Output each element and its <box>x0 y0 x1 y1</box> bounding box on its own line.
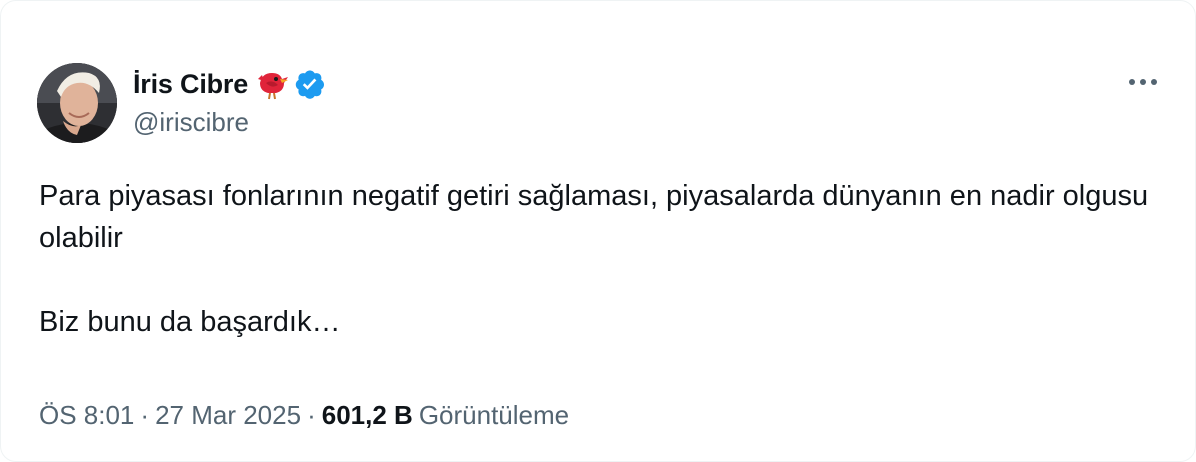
avatar[interactable] <box>37 63 117 143</box>
author-display-name[interactable]: İris Cibre <box>133 69 248 100</box>
tweet-meta: ÖS 8:01 · 27 Mar 2025 · 601,2 B Görüntül… <box>39 395 569 435</box>
tweet-header: İris Cibre @iriscibre <box>37 63 1167 145</box>
author-name-row: İris Cibre <box>133 65 326 103</box>
author-handle[interactable]: @iriscibre <box>133 105 326 139</box>
meta-separator: · <box>307 399 316 430</box>
views-label: Görüntüleme <box>418 399 570 430</box>
red-bird-emoji-icon <box>254 67 290 101</box>
verified-badge-icon[interactable] <box>294 68 326 100</box>
avatar-image <box>37 63 117 143</box>
tweet-time[interactable]: ÖS 8:01 <box>39 400 134 431</box>
author-info: İris Cibre @iriscibre <box>133 65 326 141</box>
views-count: 601,2 B <box>321 399 413 430</box>
tweet-card: İris Cibre @iriscibre Para piyasası fonl… <box>0 0 1196 462</box>
tweet-date[interactable]: 27 Mar 2025 <box>155 400 301 431</box>
more-options-icon <box>1129 79 1157 85</box>
tweet-text: Para piyasası fonlarının negatif getiri … <box>39 180 1149 338</box>
meta-separator: · <box>140 399 150 430</box>
more-options-button[interactable] <box>1123 65 1163 99</box>
